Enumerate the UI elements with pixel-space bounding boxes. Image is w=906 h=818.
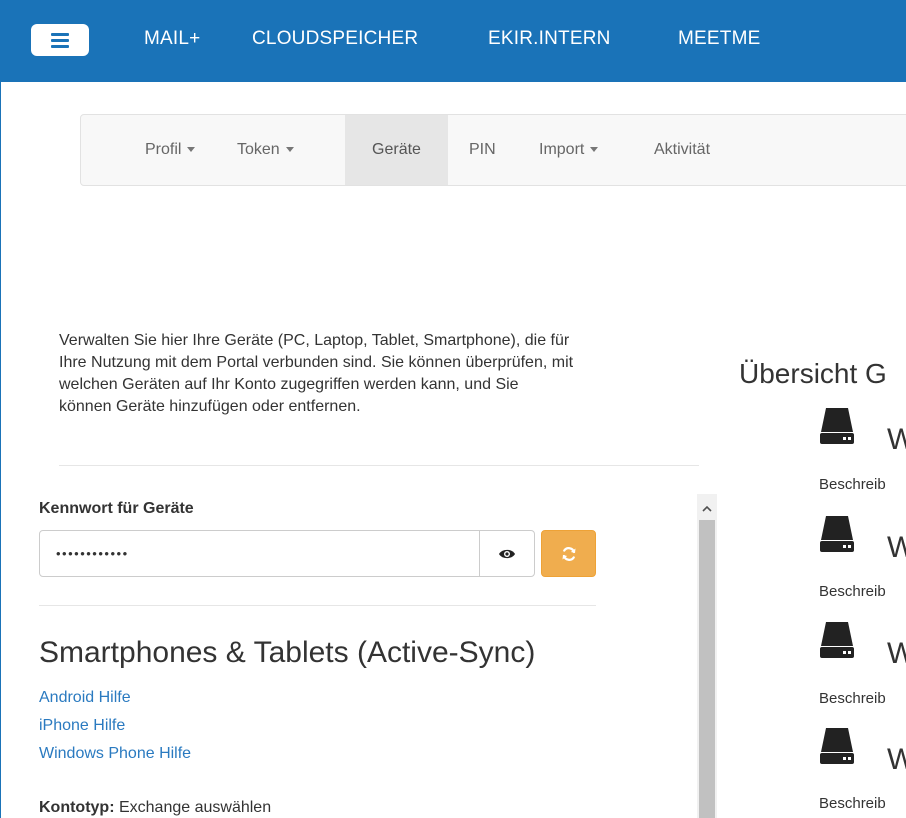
device-name: W xyxy=(887,531,906,565)
tab-token-label: Token xyxy=(237,141,280,158)
iphone-help-link[interactable]: iPhone Hilfe xyxy=(39,717,125,735)
hamburger-icon-bar xyxy=(51,32,69,36)
tab-aktivitaet-label: Aktivität xyxy=(654,141,711,158)
intro-line: Verwalten Sie hier Ihre Geräte (PC, Lapt… xyxy=(59,332,570,349)
divider xyxy=(59,465,699,466)
account-type-value: Exchange auswählen xyxy=(114,799,272,816)
windows-phone-help-link[interactable]: Windows Phone Hilfe xyxy=(39,745,191,763)
tab-profil-label: Profil xyxy=(145,141,182,158)
device-password-field[interactable]: •••••••••••• xyxy=(39,530,480,577)
show-password-button[interactable] xyxy=(479,530,535,577)
top-navbar: MAIL+ CLOUDSPEICHER EKIR.INTERN MEETME xyxy=(1,0,906,82)
caret-down-icon xyxy=(590,147,599,153)
hdd-icon xyxy=(820,622,854,658)
caret-down-icon xyxy=(187,147,196,153)
device-description: Beschreib xyxy=(819,690,886,707)
nav-cloudspeicher[interactable]: CLOUDSPEICHER xyxy=(252,28,418,50)
tab-geraete[interactable]: Geräte xyxy=(345,115,448,185)
device-name: W xyxy=(887,423,906,457)
tab-geraete-label: Geräte xyxy=(372,141,421,158)
device-overview-title: Übersicht G xyxy=(739,358,887,389)
hamburger-icon-bar xyxy=(51,44,69,48)
regenerate-password-button[interactable] xyxy=(541,530,596,577)
nav-meetme[interactable]: MEETME xyxy=(678,28,760,50)
tab-pin[interactable]: PIN xyxy=(469,115,496,185)
device-name: W xyxy=(887,637,906,671)
tab-aktivitaet[interactable]: Aktivität xyxy=(654,115,710,185)
intro-line: Ihre Nutzung mit dem Portal verbunden si… xyxy=(59,354,574,371)
nav-mail[interactable]: MAIL+ xyxy=(144,28,200,50)
account-type-text: Kontotyp: Exchange auswählen xyxy=(39,799,271,817)
refresh-icon xyxy=(562,546,575,561)
device-description: Beschreib xyxy=(819,476,886,493)
intro-line: welchen Geräten auf Ihr Konto zugegriffe… xyxy=(59,376,519,393)
divider xyxy=(39,605,596,606)
tab-profil[interactable]: Profil xyxy=(145,115,196,185)
panel-scrollbar[interactable] xyxy=(697,494,717,818)
intro-text: Verwalten Sie hier Ihre Geräte (PC, Lapt… xyxy=(59,330,709,418)
menu-toggle-button[interactable] xyxy=(31,24,89,56)
scrollbar-thumb[interactable] xyxy=(699,520,715,818)
page: MAIL+ CLOUDSPEICHER EKIR.INTERN MEETME P… xyxy=(0,0,906,818)
tab-pin-label: PIN xyxy=(469,141,496,158)
hdd-icon xyxy=(820,516,854,552)
device-description: Beschreib xyxy=(819,795,886,812)
nav-ekir-intern[interactable]: EKIR.INTERN xyxy=(488,28,611,50)
tab-token[interactable]: Token xyxy=(237,115,294,185)
account-subnav: Profil Token Geräte PIN Import Aktivität xyxy=(80,114,906,186)
device-password-value: •••••••••••• xyxy=(56,546,129,561)
caret-down-icon xyxy=(285,147,294,153)
activesync-title: Smartphones & Tablets (Active-Sync) xyxy=(39,636,536,669)
device-name: W xyxy=(887,743,906,777)
scroll-up-icon[interactable] xyxy=(697,498,717,518)
device-description: Beschreib xyxy=(819,583,886,600)
hamburger-icon-bar xyxy=(51,38,69,42)
tab-import-label: Import xyxy=(539,141,585,158)
hdd-icon xyxy=(820,408,854,444)
device-password-label: Kennwort für Geräte xyxy=(39,500,194,517)
eye-icon xyxy=(499,549,515,558)
account-type-label: Kontotyp: xyxy=(39,799,115,816)
android-help-link[interactable]: Android Hilfe xyxy=(39,689,131,707)
hdd-icon xyxy=(820,728,854,764)
tab-import[interactable]: Import xyxy=(539,115,599,185)
intro-line: können Geräte hinzufügen oder entfernen. xyxy=(59,398,361,415)
